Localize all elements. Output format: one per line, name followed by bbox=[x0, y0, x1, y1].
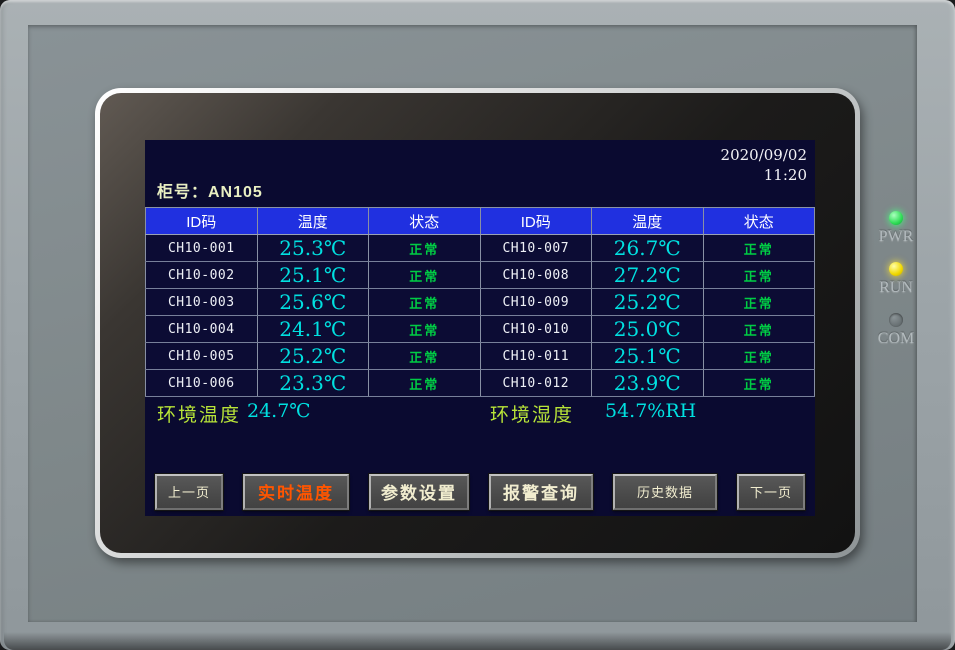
channel-id: CH10-009 bbox=[481, 289, 593, 315]
column-header: 温度 bbox=[258, 208, 370, 234]
temperature-value: 25.3℃ bbox=[258, 235, 370, 261]
temperature-value: 25.0℃ bbox=[592, 316, 704, 342]
nav-button-3[interactable]: 参数设置 bbox=[369, 474, 469, 510]
table-row: CH10-00623.3℃正常CH10-01223.9℃正常 bbox=[145, 370, 815, 397]
nav-button-5[interactable]: 历史数据 bbox=[613, 474, 717, 510]
led-block-pwr: PWR bbox=[866, 211, 926, 246]
status-value: 正常 bbox=[704, 235, 816, 261]
status-value: 正常 bbox=[704, 316, 816, 342]
hmi-device: 2020/09/02 11:20 柜号：AN105 ID码温度状态ID码温度状态… bbox=[0, 0, 955, 650]
column-header: ID码 bbox=[481, 208, 593, 234]
date-display: 2020/09/02 bbox=[721, 145, 807, 165]
status-value: 正常 bbox=[369, 370, 481, 396]
cabinet-label: 柜号：AN105 bbox=[157, 178, 263, 202]
temperature-value: 25.1℃ bbox=[258, 262, 370, 288]
table-row: CH10-00325.6℃正常CH10-00925.2℃正常 bbox=[145, 289, 815, 316]
channel-id: CH10-007 bbox=[481, 235, 593, 261]
pwr-led-icon bbox=[889, 211, 903, 225]
led-label: RUN bbox=[866, 279, 926, 297]
status-value: 正常 bbox=[704, 370, 816, 396]
screen-bezel: 2020/09/02 11:20 柜号：AN105 ID码温度状态ID码温度状态… bbox=[100, 93, 855, 553]
channel-id: CH10-003 bbox=[145, 289, 258, 315]
ambient-temp-label: 环境温度 bbox=[157, 400, 241, 427]
channel-id: CH10-002 bbox=[145, 262, 258, 288]
column-header: 状态 bbox=[704, 208, 816, 234]
nav-button-1[interactable]: 上一页 bbox=[155, 474, 223, 510]
ambient-temp-value: 24.7℃ bbox=[247, 400, 311, 422]
led-panel: PWR RUN COM bbox=[866, 211, 926, 364]
temperature-value: 27.2℃ bbox=[592, 262, 704, 288]
led-label: PWR bbox=[866, 228, 926, 246]
nav-button-row: 上一页实时温度参数设置报警查询历史数据下一页 bbox=[155, 473, 805, 510]
channel-id: CH10-001 bbox=[145, 235, 258, 261]
column-header: 状态 bbox=[369, 208, 481, 234]
status-value: 正常 bbox=[369, 262, 481, 288]
led-block-run: RUN bbox=[866, 262, 926, 297]
temperature-value: 25.1℃ bbox=[592, 343, 704, 369]
channel-id: CH10-008 bbox=[481, 262, 593, 288]
datetime-display: 2020/09/02 11:20 bbox=[721, 145, 807, 185]
ambient-row: 环境温度 24.7℃ 环境湿度 54.7%RH bbox=[145, 396, 815, 430]
run-led-icon bbox=[889, 262, 903, 276]
status-value: 正常 bbox=[704, 343, 816, 369]
status-value: 正常 bbox=[369, 289, 481, 315]
ambient-humidity-label: 环境湿度 bbox=[490, 400, 574, 427]
nav-button-6[interactable]: 下一页 bbox=[737, 474, 805, 510]
status-value: 正常 bbox=[704, 262, 816, 288]
nav-button-4[interactable]: 报警查询 bbox=[489, 474, 593, 510]
temperature-value: 25.6℃ bbox=[258, 289, 370, 315]
table-header-row: ID码温度状态ID码温度状态 bbox=[145, 208, 815, 235]
time-display: 11:20 bbox=[721, 165, 807, 185]
temperature-value: 25.2℃ bbox=[592, 289, 704, 315]
table-row: CH10-00225.1℃正常CH10-00827.2℃正常 bbox=[145, 262, 815, 289]
screen-bezel-rim: 2020/09/02 11:20 柜号：AN105 ID码温度状态ID码温度状态… bbox=[95, 88, 860, 558]
status-value: 正常 bbox=[704, 289, 816, 315]
temperature-value: 24.1℃ bbox=[258, 316, 370, 342]
led-block-com: COM bbox=[866, 313, 926, 348]
led-label: COM bbox=[866, 330, 926, 348]
temperature-value: 23.9℃ bbox=[592, 370, 704, 396]
ambient-humidity-value: 54.7%RH bbox=[605, 400, 696, 422]
channel-id: CH10-011 bbox=[481, 343, 593, 369]
table-row: CH10-00125.3℃正常CH10-00726.7℃正常 bbox=[145, 235, 815, 262]
touchscreen: 2020/09/02 11:20 柜号：AN105 ID码温度状态ID码温度状态… bbox=[145, 140, 815, 516]
temperature-value: 26.7℃ bbox=[592, 235, 704, 261]
status-value: 正常 bbox=[369, 316, 481, 342]
table-row: CH10-00424.1℃正常CH10-01025.0℃正常 bbox=[145, 316, 815, 343]
channel-table-body: CH10-00125.3℃正常CH10-00726.7℃正常CH10-00225… bbox=[145, 235, 815, 397]
temperature-value: 23.3℃ bbox=[258, 370, 370, 396]
status-value: 正常 bbox=[369, 343, 481, 369]
channel-id: CH10-012 bbox=[481, 370, 593, 396]
channel-id: CH10-005 bbox=[145, 343, 258, 369]
channel-id: CH10-004 bbox=[145, 316, 258, 342]
status-value: 正常 bbox=[369, 235, 481, 261]
temperature-value: 25.2℃ bbox=[258, 343, 370, 369]
nav-button-2[interactable]: 实时温度 bbox=[243, 474, 349, 510]
column-header: 温度 bbox=[592, 208, 704, 234]
column-header: ID码 bbox=[145, 208, 258, 234]
channel-table: ID码温度状态ID码温度状态 CH10-00125.3℃正常CH10-00726… bbox=[145, 207, 815, 397]
table-row: CH10-00525.2℃正常CH10-01125.1℃正常 bbox=[145, 343, 815, 370]
com-led-icon bbox=[889, 313, 903, 327]
channel-id: CH10-010 bbox=[481, 316, 593, 342]
channel-id: CH10-006 bbox=[145, 370, 258, 396]
